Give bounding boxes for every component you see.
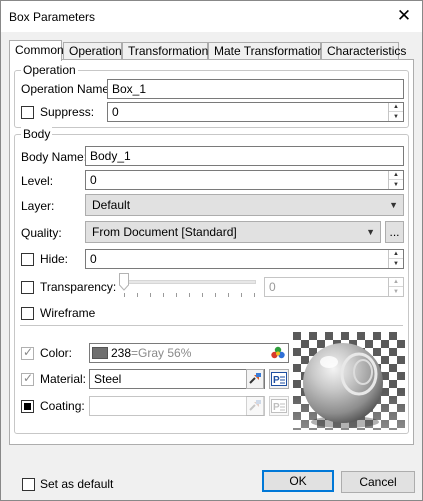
material-label: Material: <box>40 372 87 386</box>
transparency-label: Transparency: <box>40 280 117 294</box>
slider-tick <box>228 293 229 297</box>
coating-pick-button[interactable] <box>246 396 264 416</box>
paint-brush-icon <box>249 373 261 384</box>
material-pick-button[interactable] <box>246 369 264 389</box>
slider-tick <box>254 293 255 297</box>
tab-panel-common: Operation Operation Name: Box_1 Suppress… <box>9 59 414 445</box>
slider-tick <box>189 293 190 297</box>
transparency-slider-track[interactable] <box>120 280 256 284</box>
chevron-down-icon: ▼ <box>366 227 375 237</box>
suppress-spinner[interactable]: ▲ ▼ <box>388 103 403 121</box>
wireframe-checkbox[interactable] <box>21 307 34 320</box>
level-spinner[interactable]: ▲ ▼ <box>388 171 403 189</box>
spin-up-icon[interactable]: ▲ <box>389 171 403 180</box>
coating-properties-button[interactable]: P <box>269 396 289 416</box>
svg-text:P: P <box>273 375 280 386</box>
properties-icon: P <box>271 399 287 413</box>
set-default-label: Set as default <box>40 477 114 491</box>
slider-tick <box>150 293 151 297</box>
color-palette-icon[interactable] <box>270 346 286 360</box>
title-bar: Box Parameters ✕ <box>1 1 422 32</box>
transparency-value: 0 <box>269 280 276 294</box>
layer-label: Layer: <box>21 199 55 213</box>
coating-checkbox[interactable] <box>21 400 34 413</box>
color-field[interactable]: 238=Gray 56% <box>89 343 289 363</box>
material-checkbox[interactable] <box>21 371 34 386</box>
level-label: Level: <box>21 174 54 188</box>
window-title: Box Parameters <box>9 10 96 24</box>
slider-tick <box>215 293 216 297</box>
hide-checkbox[interactable] <box>21 253 34 266</box>
chevron-down-icon: ▼ <box>389 200 398 210</box>
properties-icon: P <box>271 372 287 386</box>
spin-down-icon[interactable]: ▼ <box>389 112 403 121</box>
quality-value: From Document [Standard] <box>92 225 237 239</box>
spin-up-icon[interactable]: ▲ <box>389 103 403 112</box>
tab-characteristics[interactable]: Characteristics <box>321 42 406 60</box>
spin-down-icon[interactable]: ▼ <box>389 259 403 268</box>
transparency-checkbox[interactable] <box>21 281 34 294</box>
slider-tick <box>124 293 125 297</box>
quality-label: Quality: <box>21 226 62 240</box>
spin-up-icon[interactable]: ▲ <box>389 250 403 259</box>
color-checkbox[interactable] <box>21 345 34 360</box>
color-value-number: 238 <box>111 346 132 360</box>
paint-brush-icon <box>249 400 261 411</box>
slider-tick <box>202 293 203 297</box>
level-value: 0 <box>90 173 97 187</box>
body-name-label: Body Name: <box>21 150 88 164</box>
spin-down-icon[interactable]: ▼ <box>389 180 403 189</box>
material-preview-image <box>293 332 405 430</box>
set-default-checkbox[interactable] <box>22 478 35 491</box>
body-group-legend: Body <box>21 127 53 141</box>
level-input[interactable]: 0 ▲ ▼ <box>85 170 404 190</box>
spin-down-icon[interactable]: ▼ <box>389 287 403 296</box>
suppress-input[interactable]: 0 ▲ ▼ <box>107 102 404 122</box>
color-swatch <box>92 347 108 359</box>
operation-name-label: Operation Name: <box>21 82 113 96</box>
dialog-window: Box Parameters ✕ Common Operation Transf… <box>0 0 423 501</box>
coating-label: Coating: <box>40 399 85 413</box>
body-name-input[interactable]: Body_1 <box>85 146 404 166</box>
separator <box>20 325 403 326</box>
color-label: Color: <box>40 346 73 360</box>
slider-tick <box>241 293 242 297</box>
layer-value: Default <box>92 198 131 212</box>
suppress-checkbox[interactable] <box>21 106 34 119</box>
layer-select[interactable]: Default ▼ <box>85 194 404 216</box>
tab-transformations[interactable]: Transformations <box>122 42 214 60</box>
svg-text:P: P <box>273 402 280 413</box>
hide-label: Hide: <box>40 252 69 266</box>
transparency-input[interactable]: 0 ▲ ▼ <box>264 277 404 297</box>
slider-tick <box>137 293 138 297</box>
tab-common[interactable]: Common <box>9 40 64 61</box>
operation-group-legend: Operation <box>21 63 78 77</box>
hide-input[interactable]: 0 ▲ ▼ <box>85 249 404 269</box>
quality-select[interactable]: From Document [Standard] ▼ <box>85 221 381 243</box>
slider-tick <box>176 293 177 297</box>
wireframe-label: Wireframe <box>40 306 96 320</box>
hide-value: 0 <box>90 252 97 266</box>
ok-button[interactable]: OK <box>262 470 334 492</box>
transparency-spinner[interactable]: ▲ ▼ <box>388 278 403 296</box>
suppress-label: Suppress: <box>40 105 95 119</box>
close-icon[interactable]: ✕ <box>390 3 418 29</box>
suppress-value: 0 <box>112 105 119 119</box>
transparency-slider-thumb[interactable] <box>119 273 129 291</box>
cancel-button[interactable]: Cancel <box>341 471 415 493</box>
tab-mate-transformations[interactable]: Mate Transformations <box>208 42 330 60</box>
quality-more-button[interactable]: ... <box>385 221 404 243</box>
material-properties-button[interactable]: P <box>269 369 289 389</box>
material-input[interactable]: Steel <box>89 369 265 389</box>
hide-spinner[interactable]: ▲ ▼ <box>388 250 403 268</box>
operation-name-input[interactable]: Box_1 <box>107 79 404 99</box>
tab-operation[interactable]: Operation <box>63 42 122 60</box>
spin-up-icon[interactable]: ▲ <box>389 278 403 287</box>
coating-input[interactable] <box>89 396 265 416</box>
slider-tick <box>163 293 164 297</box>
color-value-name: =Gray 56% <box>131 346 192 360</box>
